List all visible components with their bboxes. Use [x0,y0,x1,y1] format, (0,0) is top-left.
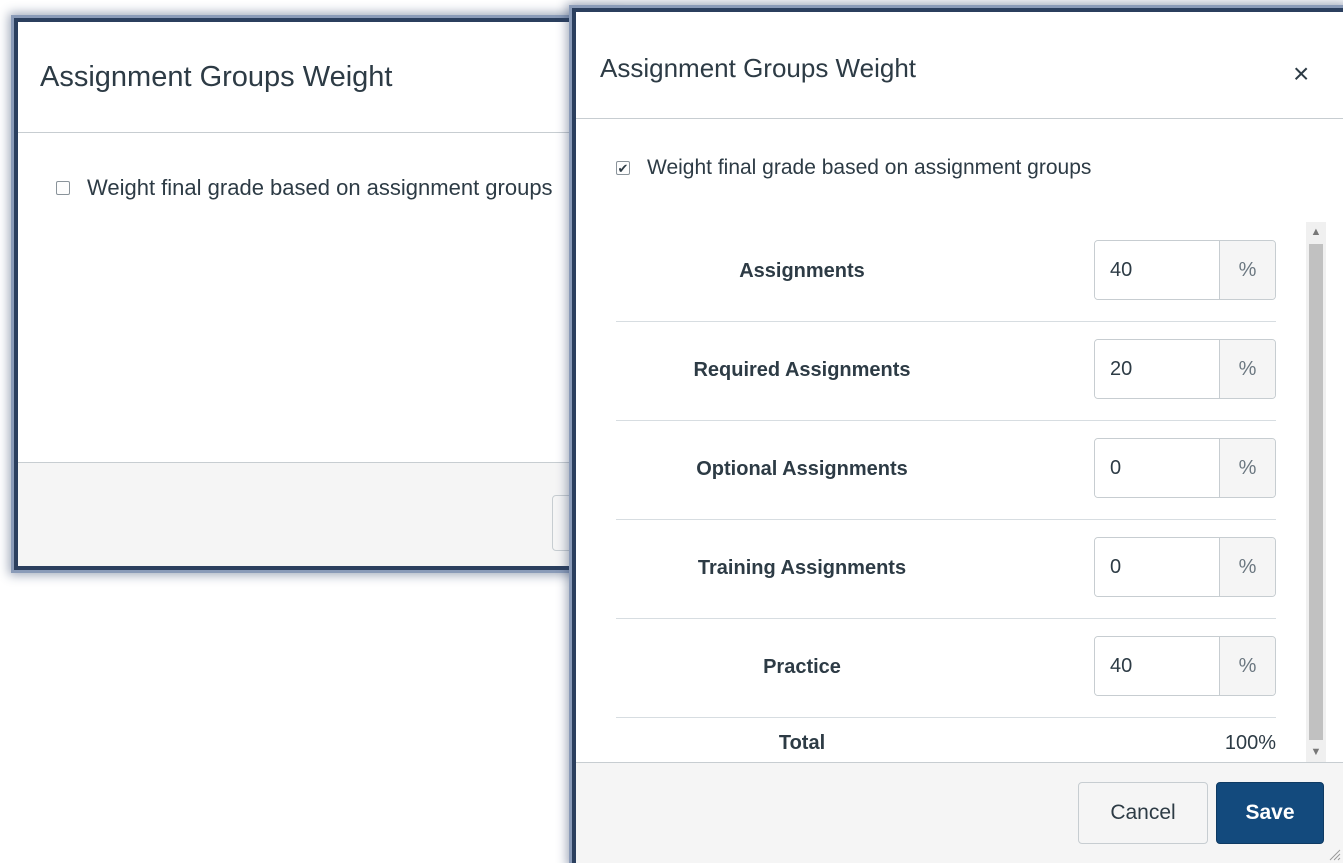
resize-grip-icon[interactable] [1327,847,1341,861]
weight-input-training-assignments[interactable] [1095,538,1219,596]
percent-addon: % [1219,538,1275,596]
total-value: 100% [1224,732,1276,754]
weight-checkbox[interactable]: ✔ [616,161,630,175]
back-dialog-header: Assignment Groups Weight [18,22,610,133]
dialog-title: Assignment Groups Weight [600,53,916,83]
scroll-down-icon[interactable]: ▼ [1306,742,1326,762]
total-label: Total [778,732,826,754]
group-row-practice: Practice % [616,618,1276,718]
weight-checkbox-label: Weight final grade based on assignment g… [647,156,1092,179]
back-weight-checkbox-label: Weight final grade based on assignment g… [87,175,553,200]
weight-input-assignments[interactable] [1095,241,1219,299]
group-name: Assignments [739,260,865,282]
weight-input-group: % [1094,339,1276,399]
weight-input-practice[interactable] [1095,637,1219,695]
front-dialog: Assignment Groups Weight × ✔ Weight fina… [572,8,1343,863]
weight-input-group: % [1094,636,1276,696]
group-weights-list: Assignments % Required Assignments % Opt… [576,222,1303,762]
weight-input-group: % [1094,438,1276,498]
percent-addon: % [1219,637,1275,695]
vertical-scrollbar[interactable]: ▲ ▼ [1306,222,1326,762]
save-button[interactable]: Save [1216,782,1324,844]
group-row-training-assignments: Training Assignments % [616,519,1276,619]
percent-addon: % [1219,340,1275,398]
scrollbar-thumb[interactable] [1309,244,1323,740]
scroll-up-icon[interactable]: ▲ [1306,222,1326,242]
weight-checkbox-row[interactable]: ✔ Weight final grade based on assignment… [616,156,1091,180]
percent-addon: % [1219,439,1275,497]
back-dialog: Assignment Groups Weight Weight final gr… [14,18,614,570]
close-icon[interactable]: × [1293,60,1309,88]
dialog-footer: Cancel Save [576,762,1343,863]
group-name: Required Assignments [693,359,911,381]
group-row-assignments: Assignments % [616,222,1276,322]
weight-input-group: % [1094,240,1276,300]
weight-input-required-assignments[interactable] [1095,340,1219,398]
back-dialog-title: Assignment Groups Weight [40,61,393,93]
group-row-optional-assignments: Optional Assignments % [616,420,1276,520]
dialog-header: Assignment Groups Weight × [576,12,1343,119]
weight-input-group: % [1094,537,1276,597]
group-name: Training Assignments [697,557,907,579]
back-dialog-footer [18,462,610,566]
back-weight-checkbox-row[interactable]: Weight final grade based on assignment g… [56,175,553,201]
group-row-required-assignments: Required Assignments % [616,321,1276,421]
percent-addon: % [1219,241,1275,299]
back-weight-checkbox[interactable] [56,181,70,195]
group-name: Optional Assignments [696,458,908,480]
cancel-button[interactable]: Cancel [1078,782,1208,844]
total-row: Total 100% [616,732,1276,762]
weight-input-optional-assignments[interactable] [1095,439,1219,497]
group-name: Practice [763,656,841,678]
